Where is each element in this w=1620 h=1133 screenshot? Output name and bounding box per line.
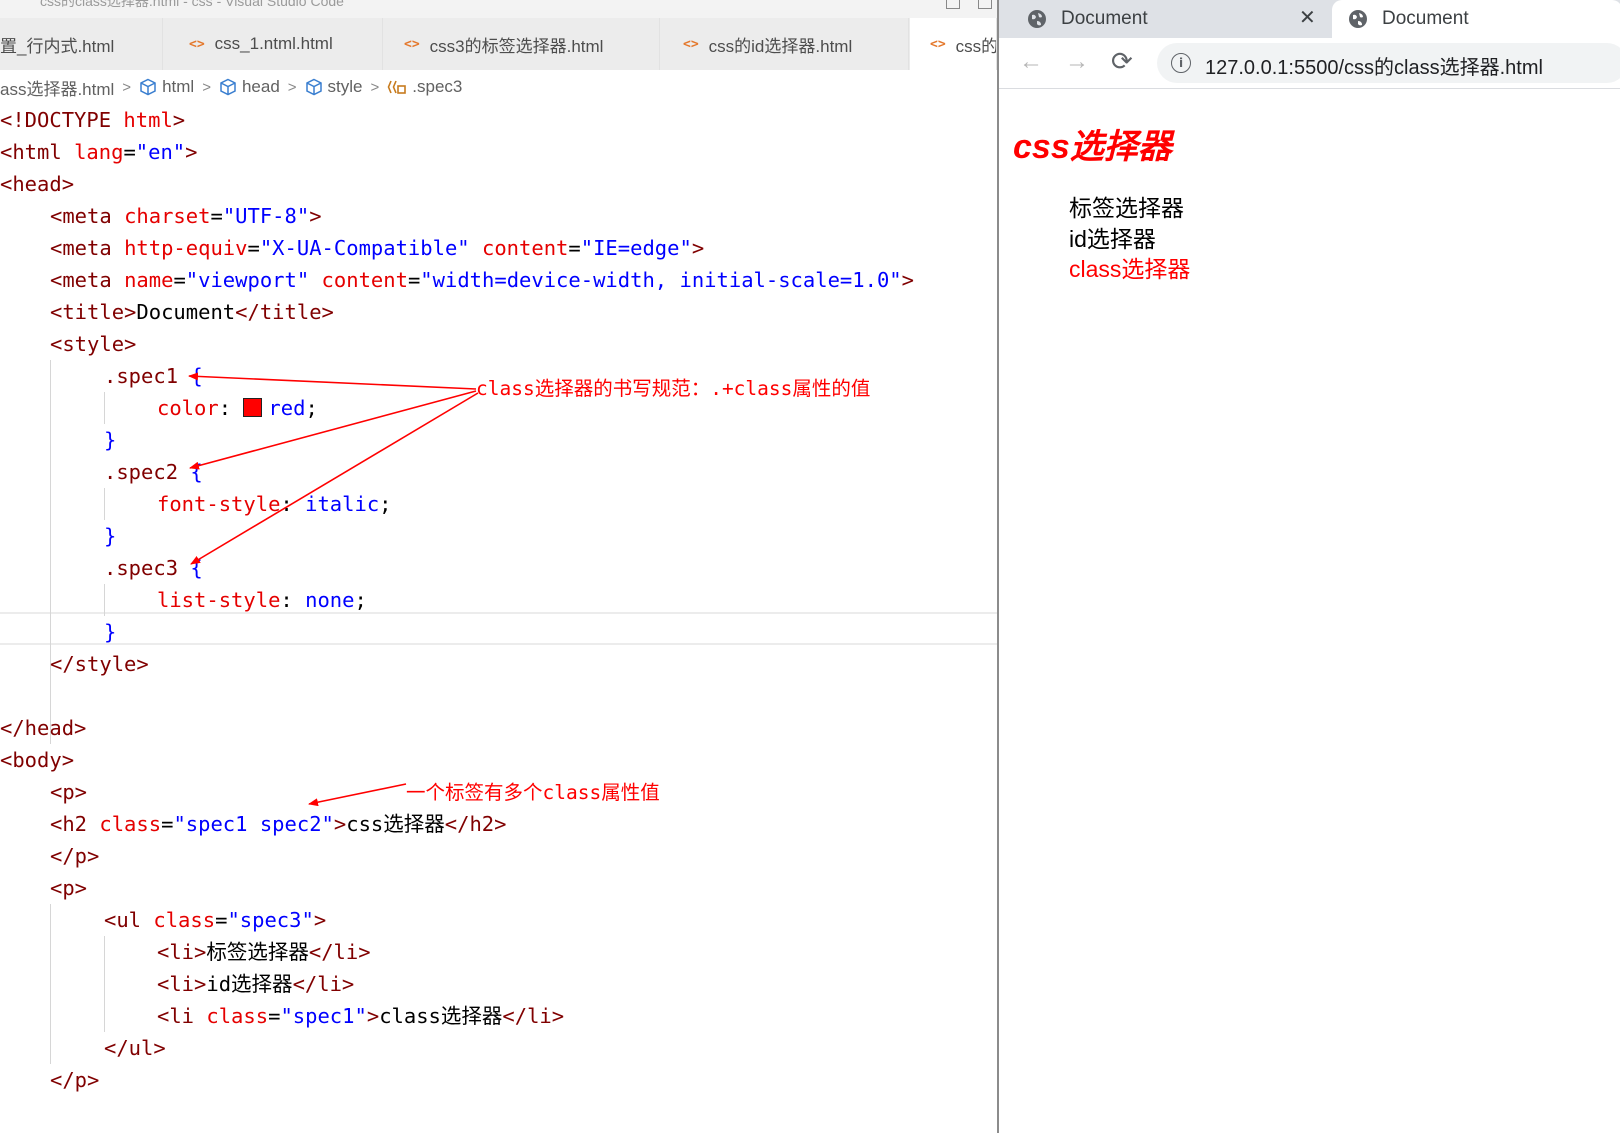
forward-arrow-icon[interactable]: → [1065, 48, 1089, 76]
annotation-arrows [188, 372, 479, 807]
list-item: 标签选择器 [1069, 195, 1184, 221]
code-editor-window: css的class选择器.html - css - Visual Studio … [0, 0, 997, 1133]
browser-tab-title: Document [1061, 8, 1148, 29]
reload-icon[interactable]: ⟳ [1111, 46, 1133, 77]
list-item: id选择器 [1069, 225, 1156, 252]
arrow-to-spec3 [190, 392, 479, 565]
browser-toolbar: ← → ⟳ i 127.0.0.1:5500/css的class选择器.html [999, 38, 1620, 89]
rendered-list: 标签选择器 id选择器 class选择器 [1069, 193, 1190, 285]
back-arrow-icon[interactable]: ← [1019, 48, 1043, 76]
info-icon[interactable]: i [1171, 53, 1191, 73]
url-text: 127.0.0.1:5500/css的class选择器.html [1205, 57, 1543, 79]
address-bar[interactable]: i 127.0.0.1:5500/css的class选择器.html [1157, 43, 1620, 83]
browser-tab-2[interactable]: Document [1332, 0, 1620, 38]
browser-tab-1[interactable]: Document ✕ [1027, 0, 1327, 38]
browser-window: Document ✕ Document ← → ⟳ i 127.0.0.1:55… [997, 0, 1620, 1133]
globe-icon [1028, 10, 1046, 28]
arrow-to-h2-class [308, 783, 407, 807]
browser-tab-title: Document [1382, 8, 1469, 29]
browser-tab-strip: Document ✕ Document [999, 0, 1620, 38]
arrow-to-spec1 [188, 372, 477, 390]
rendered-heading: css选择器 [1013, 128, 1172, 166]
list-item: class选择器 [1069, 256, 1191, 282]
close-icon[interactable]: ✕ [1299, 5, 1316, 30]
page-viewport: css选择器 标签选择器 id选择器 class选择器 [999, 89, 1620, 1133]
globe-icon [1349, 10, 1367, 28]
arrow-to-spec2 [189, 390, 477, 470]
